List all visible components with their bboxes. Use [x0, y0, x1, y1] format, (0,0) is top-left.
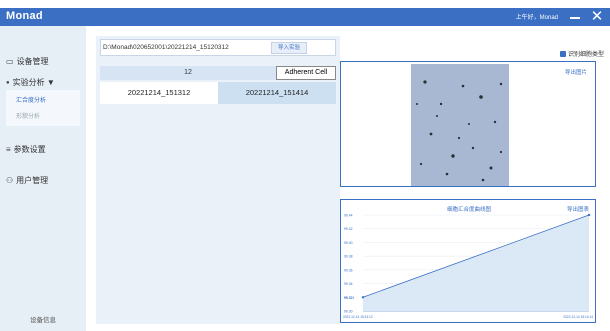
y-tick-label: 99.42	[344, 227, 353, 231]
cell-microscopy-image	[411, 64, 509, 186]
export-image-button[interactable]: 导出图片	[565, 68, 587, 76]
y-tick-label: 99.34	[344, 282, 353, 286]
device-info-link[interactable]: 设备信息	[30, 314, 56, 324]
sidebar-item-label: 用户管理	[16, 176, 49, 185]
y-tick-label: 99.30	[344, 310, 353, 314]
users-icon: ⚇	[6, 176, 14, 185]
minimize-icon[interactable]	[568, 8, 582, 26]
close-icon[interactable]: ✕	[590, 8, 604, 26]
path-field[interactable]: D:\Monad\020652001\20221214_15120312 导入实…	[100, 39, 336, 56]
y-tick-label: 99.36	[344, 268, 353, 272]
y-tick-label: 99.44	[344, 214, 353, 218]
submenu-morphology[interactable]: 形貌分析	[16, 111, 40, 120]
area-fill	[363, 215, 589, 311]
analysis-submenu: 汇合度分析 形貌分析	[6, 90, 80, 126]
experiment-pane: D:\Monad\020652001\20221214_15120312 导入实…	[96, 36, 340, 324]
x-tick-label: 2022-12-14 15:14:14	[563, 315, 593, 319]
submenu-confluence[interactable]: 汇合度分析	[16, 95, 46, 104]
title-bar: Monad 上午好，Monad ✕	[0, 8, 610, 26]
dot-icon: ●	[6, 79, 10, 86]
y-tick-label: 99.38	[344, 255, 353, 259]
checkbox-label: 识别细胞类型	[567, 52, 604, 58]
sliders-icon: ≡	[6, 145, 11, 154]
confluence-chart-panel: 细胞汇合度曲线图 导出图表 99.44 99.42 99.40 99.38 99.36 9…	[340, 199, 596, 323]
experiment-item[interactable]: 20221214_151312	[100, 82, 218, 104]
app-logo: Monad	[6, 10, 43, 22]
y-tick-label: 99.40	[344, 241, 353, 245]
image-panel: 导出图片	[340, 61, 596, 187]
sidebar-item-users[interactable]: ⚇ 用户管理	[6, 175, 48, 186]
sidebar-item-analysis[interactable]: ● 实验分析 ▼	[6, 77, 55, 88]
identify-cell-type-toggle[interactable]: 识别细胞类型	[559, 49, 604, 58]
experiment-item-selected[interactable]: 20221214_151414	[218, 82, 336, 104]
cell-type-select[interactable]: Adherent Cell	[276, 66, 336, 80]
confluence-chart: 99.4499.4299.4099.3899.3699.3499.3299.30…	[343, 213, 593, 320]
monitor-icon: ▭	[6, 57, 14, 66]
image-count: 12	[100, 66, 276, 80]
path-text: D:\Monad\020652001\20221214_15120312	[103, 44, 229, 51]
data-point	[361, 296, 365, 299]
sidebar: ▭ 设备管理 ● 实验分析 ▼ 汇合度分析 形貌分析 ≡ 参数设置 ⚇ 用户管理…	[0, 26, 86, 331]
top-cut-strip	[0, 0, 610, 8]
sidebar-item-device[interactable]: ▭ 设备管理	[6, 56, 49, 67]
sidebar-item-label: 参数设置	[13, 145, 46, 154]
start-value-label: 99.321	[344, 296, 354, 300]
x-tick-label: 2022-12-14 15:13:12	[343, 315, 373, 319]
checkbox-icon[interactable]	[559, 50, 566, 57]
import-button[interactable]: 导入实验	[271, 42, 307, 54]
data-point	[587, 213, 591, 217]
main-content: D:\Monad\020652001\20221214_15120312 导入实…	[86, 26, 610, 331]
sidebar-item-label: 实验分析 ▼	[12, 78, 55, 87]
sidebar-item-label: 设备管理	[16, 57, 49, 66]
results-pane: 识别细胞类型 导出图片 细胞汇合度曲线图 导出图表 99.44 99.42 99…	[340, 36, 604, 326]
sidebar-item-params[interactable]: ≡ 参数设置	[6, 144, 46, 155]
greeting-text: 上午好，Monad	[515, 15, 558, 21]
